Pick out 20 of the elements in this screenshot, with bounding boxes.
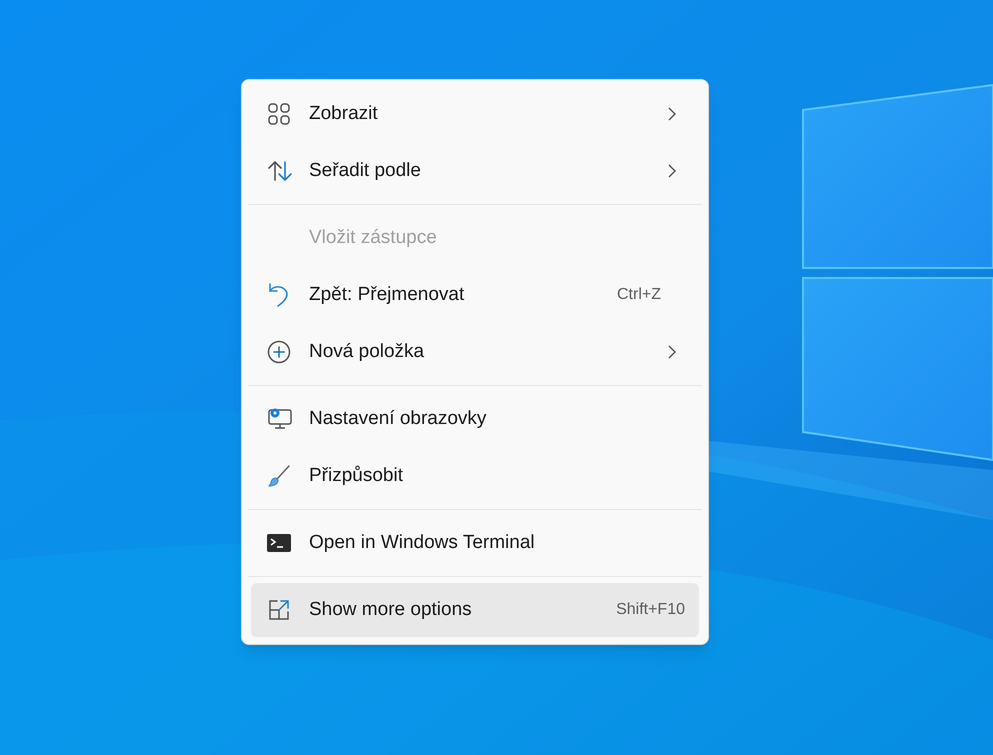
menu-item-label: Show more options bbox=[309, 598, 472, 622]
shortcut-text: Shift+F10 bbox=[616, 600, 685, 620]
menu-item-label: Přizpůsobit bbox=[309, 464, 403, 488]
menu-item[interactable]: Show more options Shift+F10 bbox=[251, 583, 699, 637]
menu-item-label: Zpět: Přejmenovat bbox=[309, 282, 464, 307]
menu-item-label: Open in Windows Terminal bbox=[309, 530, 535, 555]
brush-icon bbox=[267, 464, 291, 488]
grid-icon bbox=[267, 102, 291, 126]
plus-circle-icon bbox=[267, 340, 291, 364]
menu-item-label: Seřadit podle bbox=[309, 158, 421, 183]
menu-item-label: Zobrazit bbox=[309, 102, 378, 126]
terminal-icon bbox=[267, 534, 291, 552]
menu-item-label: Vložit zástupce bbox=[309, 226, 437, 250]
shortcut-text: Ctrl+Z bbox=[617, 285, 661, 305]
undo-icon bbox=[267, 282, 291, 308]
sort-arrows-icon bbox=[267, 159, 293, 183]
menu-item-label: Nastavení obrazovky bbox=[309, 406, 486, 431]
menu-item-label: Nová položka bbox=[309, 340, 424, 364]
open-external-icon bbox=[267, 598, 291, 622]
display-settings-icon bbox=[267, 407, 293, 431]
